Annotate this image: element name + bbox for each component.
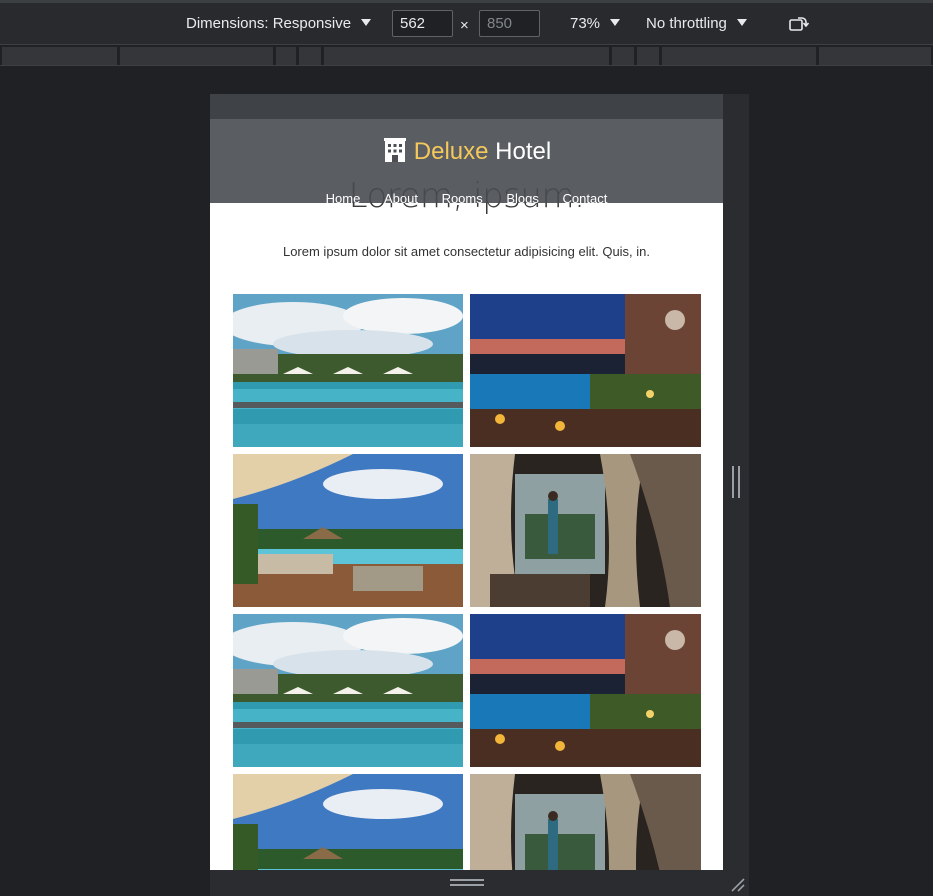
top-strip: [210, 94, 723, 119]
gallery-image-beach-pool[interactable]: [233, 454, 463, 607]
gallery-image-pool-daytime[interactable]: [233, 614, 463, 767]
resize-grip-icon: [732, 466, 740, 498]
zoom-dropdown[interactable]: 73%: [570, 15, 621, 32]
resize-grip-icon: [450, 879, 484, 886]
rotate-device-icon[interactable]: [788, 15, 810, 33]
media-query-segment[interactable]: [637, 47, 659, 65]
zoom-label: 73%: [570, 15, 601, 32]
gallery-image-canopy-bedroom[interactable]: [470, 454, 701, 607]
media-query-segment[interactable]: [612, 47, 634, 65]
viewport-resize-handle-right[interactable]: [723, 94, 749, 870]
brand-logo[interactable]: Deluxe Hotel: [210, 137, 723, 166]
gallery-image-beach-pool[interactable]: [233, 774, 463, 870]
gallery-image-sunset-terrace[interactable]: [470, 614, 701, 767]
site-header: Deluxe Hotel Home About Rooms Blogs Cont…: [210, 119, 723, 206]
nav-about[interactable]: About: [384, 191, 418, 206]
height-input[interactable]: 850: [479, 10, 540, 37]
width-input[interactable]: 562: [392, 10, 453, 37]
media-query-segment[interactable]: [276, 47, 296, 65]
brand-accent: Deluxe: [413, 138, 489, 165]
resize-corner-icon[interactable]: [729, 876, 745, 892]
dimension-separator: ×: [460, 17, 469, 34]
viewport-resize-handle-bottom[interactable]: [210, 870, 749, 896]
triangle-down-icon: [361, 19, 372, 26]
photo-gallery: [233, 294, 701, 870]
media-query-segment[interactable]: [662, 47, 816, 65]
nav-home[interactable]: Home: [326, 191, 361, 206]
gallery-image-canopy-bedroom[interactable]: [470, 774, 701, 870]
brand-name: Hotel: [495, 138, 552, 165]
dimensions-label: Dimensions: Responsive: [186, 15, 352, 32]
media-query-segment[interactable]: [819, 47, 931, 65]
media-query-bar: [0, 44, 933, 66]
throttling-label: No throttling: [646, 15, 727, 32]
triangle-down-icon: [610, 19, 621, 26]
devtools-device-toolbar: Dimensions: Responsive 562 × 850 73% No …: [0, 0, 933, 44]
media-query-segment[interactable]: [299, 47, 321, 65]
hero-text: Lorem ipsum dolor sit amet consectetur a…: [282, 244, 651, 259]
media-query-segment[interactable]: [2, 47, 117, 65]
hotel-building-icon: [383, 138, 406, 162]
throttling-dropdown[interactable]: No throttling: [646, 15, 747, 32]
nav-contact[interactable]: Contact: [563, 191, 608, 206]
emulated-viewport: Deluxe Hotel Home About Rooms Blogs Cont…: [210, 94, 723, 870]
main-nav: Home About Rooms Blogs Contact: [210, 191, 723, 206]
nav-rooms[interactable]: Rooms: [442, 191, 483, 206]
nav-blogs[interactable]: Blogs: [506, 191, 539, 206]
triangle-down-icon: [736, 19, 747, 26]
media-query-segment[interactable]: [120, 47, 273, 65]
gallery-image-pool-daytime[interactable]: [233, 294, 463, 447]
dimensions-dropdown[interactable]: Dimensions: Responsive: [186, 15, 372, 32]
media-query-segment[interactable]: [324, 47, 609, 65]
gallery-image-sunset-terrace[interactable]: [470, 294, 701, 447]
